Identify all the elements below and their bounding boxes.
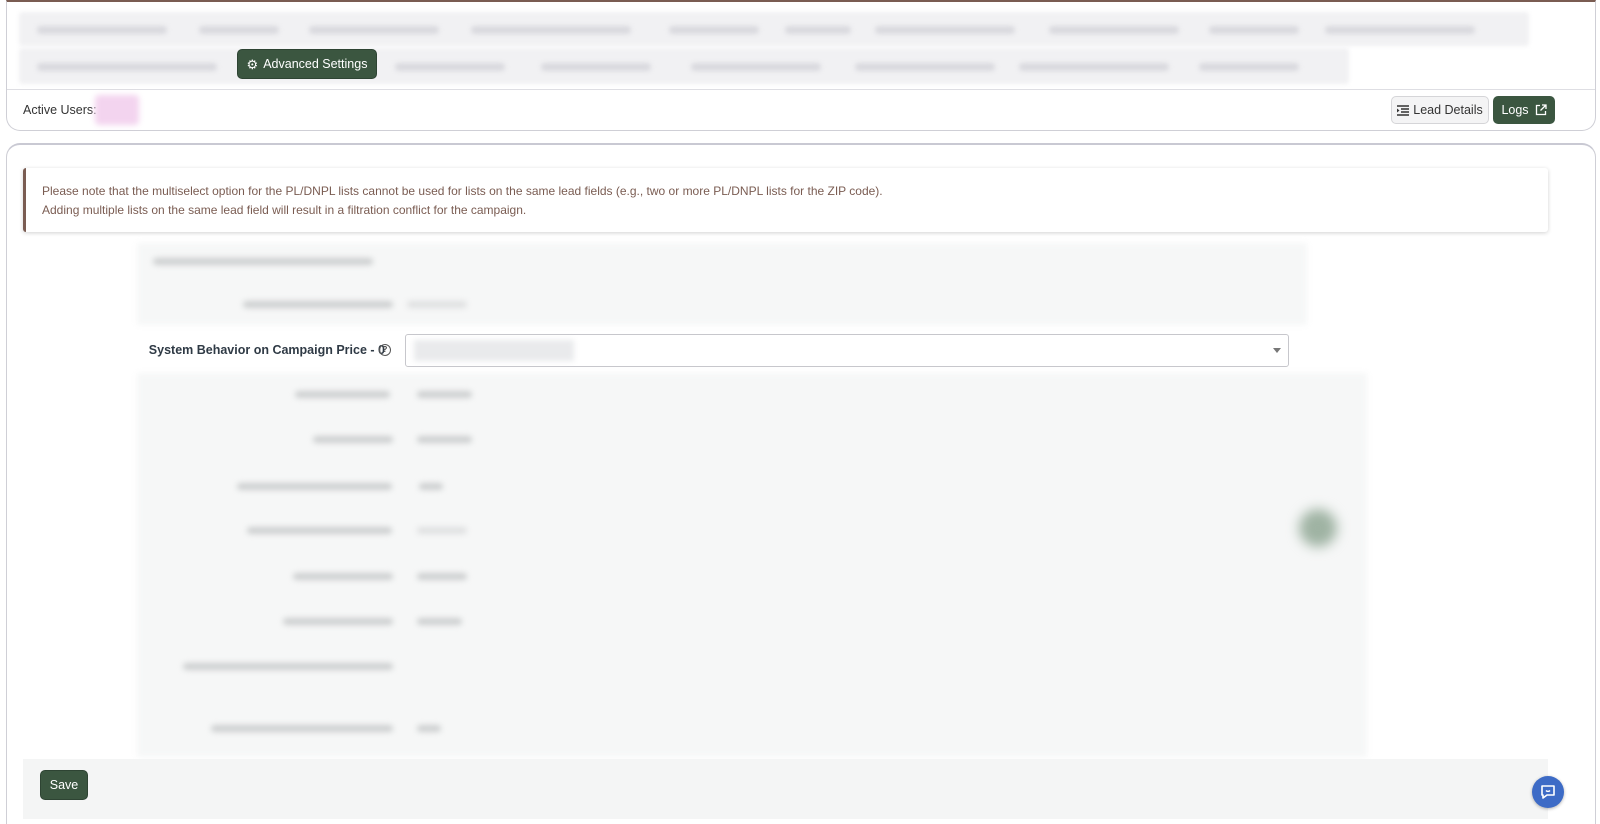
blurred-label — [183, 663, 393, 670]
list-indent-icon — [1397, 104, 1410, 116]
blurred-label — [211, 725, 393, 732]
system-behavior-row: System Behavior on Campaign Price - 0 ? — [137, 333, 1297, 369]
blurred-tab[interactable] — [199, 26, 279, 34]
blurred-label — [283, 618, 393, 625]
notice-line-2: Adding multiple lists on the same lead f… — [42, 203, 527, 217]
blurred-value — [417, 573, 467, 580]
blurred-toggle — [1299, 509, 1337, 547]
advanced-settings-label: Advanced Settings — [263, 57, 368, 71]
chevron-down-icon — [1273, 348, 1281, 353]
blurred-value — [417, 391, 472, 398]
blurred-tab[interactable] — [37, 26, 167, 34]
chat-bubble-icon — [1541, 785, 1555, 799]
blurred-tab[interactable] — [1019, 63, 1169, 71]
blurred-value — [407, 301, 467, 308]
header-card: ⚙ Advanced Settings Active Users: Lead D… — [6, 0, 1596, 131]
blurred-tab[interactable] — [669, 26, 759, 34]
blurred-tab[interactable] — [691, 63, 821, 71]
blurred-value — [417, 618, 462, 625]
gear-icon: ⚙ — [246, 56, 259, 72]
blurred-label — [295, 391, 390, 398]
blurred-tab[interactable] — [309, 26, 439, 34]
external-link-icon — [1535, 104, 1547, 116]
blurred-label — [293, 573, 393, 580]
blurred-tab[interactable] — [471, 26, 631, 34]
blurred-value — [417, 725, 441, 732]
lead-details-label: Lead Details — [1413, 103, 1483, 117]
save-bar: Save — [23, 759, 1548, 819]
blurred-section — [137, 373, 1367, 757]
blurred-value — [419, 483, 443, 490]
blurred-tab[interactable] — [395, 63, 505, 71]
main-card: Please note that the multiselect option … — [6, 143, 1596, 824]
blurred-tab[interactable] — [37, 63, 217, 71]
blurred-tab[interactable] — [1199, 63, 1299, 71]
blurred-tab[interactable] — [1049, 26, 1179, 34]
logs-label: Logs — [1501, 103, 1529, 117]
blurred-label — [243, 301, 393, 308]
active-users-label: Active Users: — [23, 103, 97, 117]
blurred-section — [137, 243, 1307, 325]
blurred-label — [237, 483, 392, 490]
divider — [7, 89, 1595, 90]
blurred-tab[interactable] — [1325, 26, 1475, 34]
active-user-avatar — [95, 95, 139, 125]
blurred-tab[interactable] — [1209, 26, 1299, 34]
blurred-label — [313, 436, 393, 443]
blurred-value — [417, 527, 467, 534]
advanced-settings-button[interactable]: ⚙ Advanced Settings — [237, 49, 377, 79]
blurred-tab[interactable] — [541, 63, 651, 71]
blurred-heading — [153, 258, 373, 265]
system-behavior-select[interactable] — [405, 334, 1289, 367]
save-button[interactable]: Save — [40, 770, 88, 800]
blurred-tab[interactable] — [855, 63, 995, 71]
chat-widget-button[interactable] — [1532, 776, 1564, 808]
blurred-tab[interactable] — [875, 26, 1015, 34]
system-behavior-label: System Behavior on Campaign Price - 0 — [148, 343, 385, 357]
lead-details-button[interactable]: Lead Details — [1391, 96, 1489, 124]
notice-line-1: Please note that the multiselect option … — [42, 184, 883, 198]
question-circle-icon[interactable]: ? — [379, 344, 391, 356]
logs-button[interactable]: Logs — [1493, 96, 1555, 124]
blurred-label — [247, 527, 392, 534]
select-selected-value — [414, 340, 574, 361]
multiselect-notice: Please note that the multiselect option … — [23, 168, 1548, 232]
blurred-value — [417, 436, 472, 443]
blurred-tab[interactable] — [785, 26, 851, 34]
